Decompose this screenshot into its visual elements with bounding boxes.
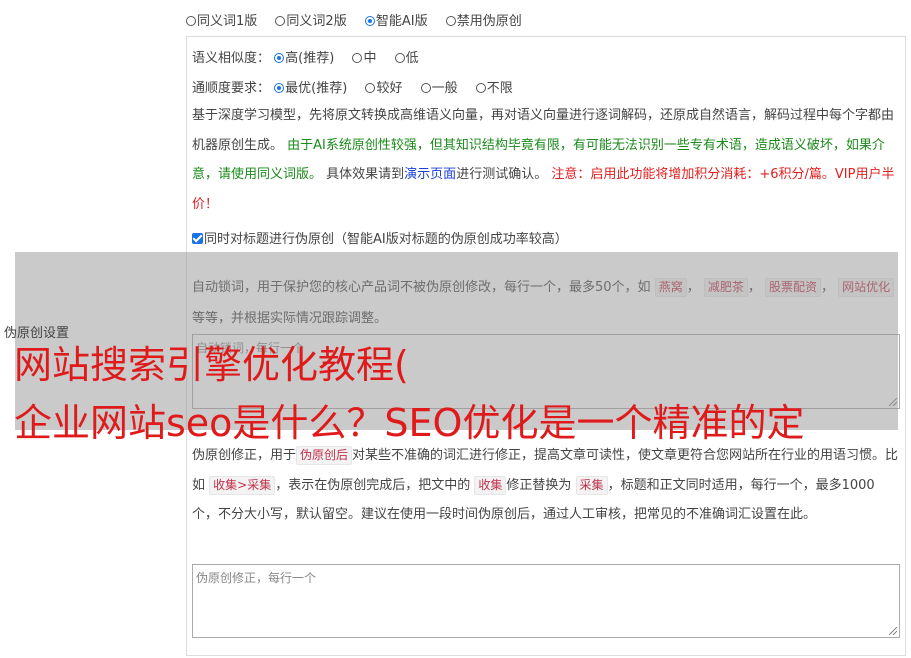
radio-selected-icon[interactable] — [274, 53, 285, 63]
radio-icon[interactable] — [394, 53, 405, 63]
radio-selected-icon[interactable] — [274, 83, 285, 93]
similarity-label: 语义相似度： — [192, 51, 271, 66]
similarity-row: 语义相似度： 高(推荐) 中 低 — [192, 47, 433, 66]
demo-page-link[interactable]: 演示页面 — [404, 167, 456, 182]
ai-description: 基于深度学习模型，先将原文转换成高维语义向量，再对语义向量进行逐词解码，还原成自… — [192, 108, 895, 212]
radio-icon[interactable] — [275, 16, 286, 26]
mode-option-synonym-1[interactable]: 同义词1版 — [186, 10, 257, 29]
example-tag: 收集 — [474, 475, 507, 495]
similarity-low[interactable]: 低 — [394, 47, 419, 66]
mode-option-synonym-2[interactable]: 同义词2版 — [275, 10, 347, 29]
headline-line-1: 网站搜索引擎优化教程( — [14, 343, 409, 387]
rewrite-mode-group: 同义词1版 同义词2版 智能AI版 禁用伪原创 — [186, 10, 536, 29]
example-tag: 采集 — [575, 475, 608, 495]
title-rewrite-option[interactable]: 同时对标题进行伪原创（智能AI版对标题的伪原创成功率较高） — [192, 228, 568, 247]
fluency-row: 通顺度要求： 最优(推荐) 较好 一般 不限 — [192, 77, 527, 96]
headline-line-2: 企业网站seo是什么？SEO优化是一个精准的定 — [14, 401, 805, 445]
radio-icon[interactable] — [186, 16, 196, 26]
resize-handle[interactable] — [889, 627, 897, 635]
fluency-label: 通顺度要求： — [192, 81, 271, 96]
example-tag: 收集>采集 — [209, 475, 276, 495]
mode-option-disable[interactable]: 禁用伪原创 — [445, 10, 522, 29]
similarity-high[interactable]: 高(推荐) — [274, 47, 334, 66]
radio-selected-icon[interactable] — [364, 16, 375, 26]
mode-option-ai[interactable]: 智能AI版 — [364, 10, 428, 29]
fluency-any[interactable]: 不限 — [475, 77, 513, 96]
correction-input[interactable]: 伪原创修正，每行一个 — [192, 564, 900, 638]
radio-icon[interactable] — [445, 16, 456, 26]
radio-icon[interactable] — [420, 83, 431, 93]
correction-description: 伪原创修正，用于 伪原创后 对某些不准确的词汇进行修正，提高文章可读性，使文章更符合… — [192, 446, 899, 522]
radio-icon[interactable] — [365, 83, 376, 93]
similarity-medium[interactable]: 中 — [352, 47, 376, 66]
radio-icon[interactable] — [352, 53, 363, 63]
fluency-normal[interactable]: 一般 — [420, 77, 458, 96]
example-tag: 伪原创后 — [296, 446, 353, 465]
fluency-best[interactable]: 最优(推荐) — [274, 77, 347, 96]
radio-icon[interactable] — [475, 83, 486, 93]
checkbox-checked-icon[interactable] — [192, 233, 203, 244]
fluency-good[interactable]: 较好 — [365, 77, 402, 96]
